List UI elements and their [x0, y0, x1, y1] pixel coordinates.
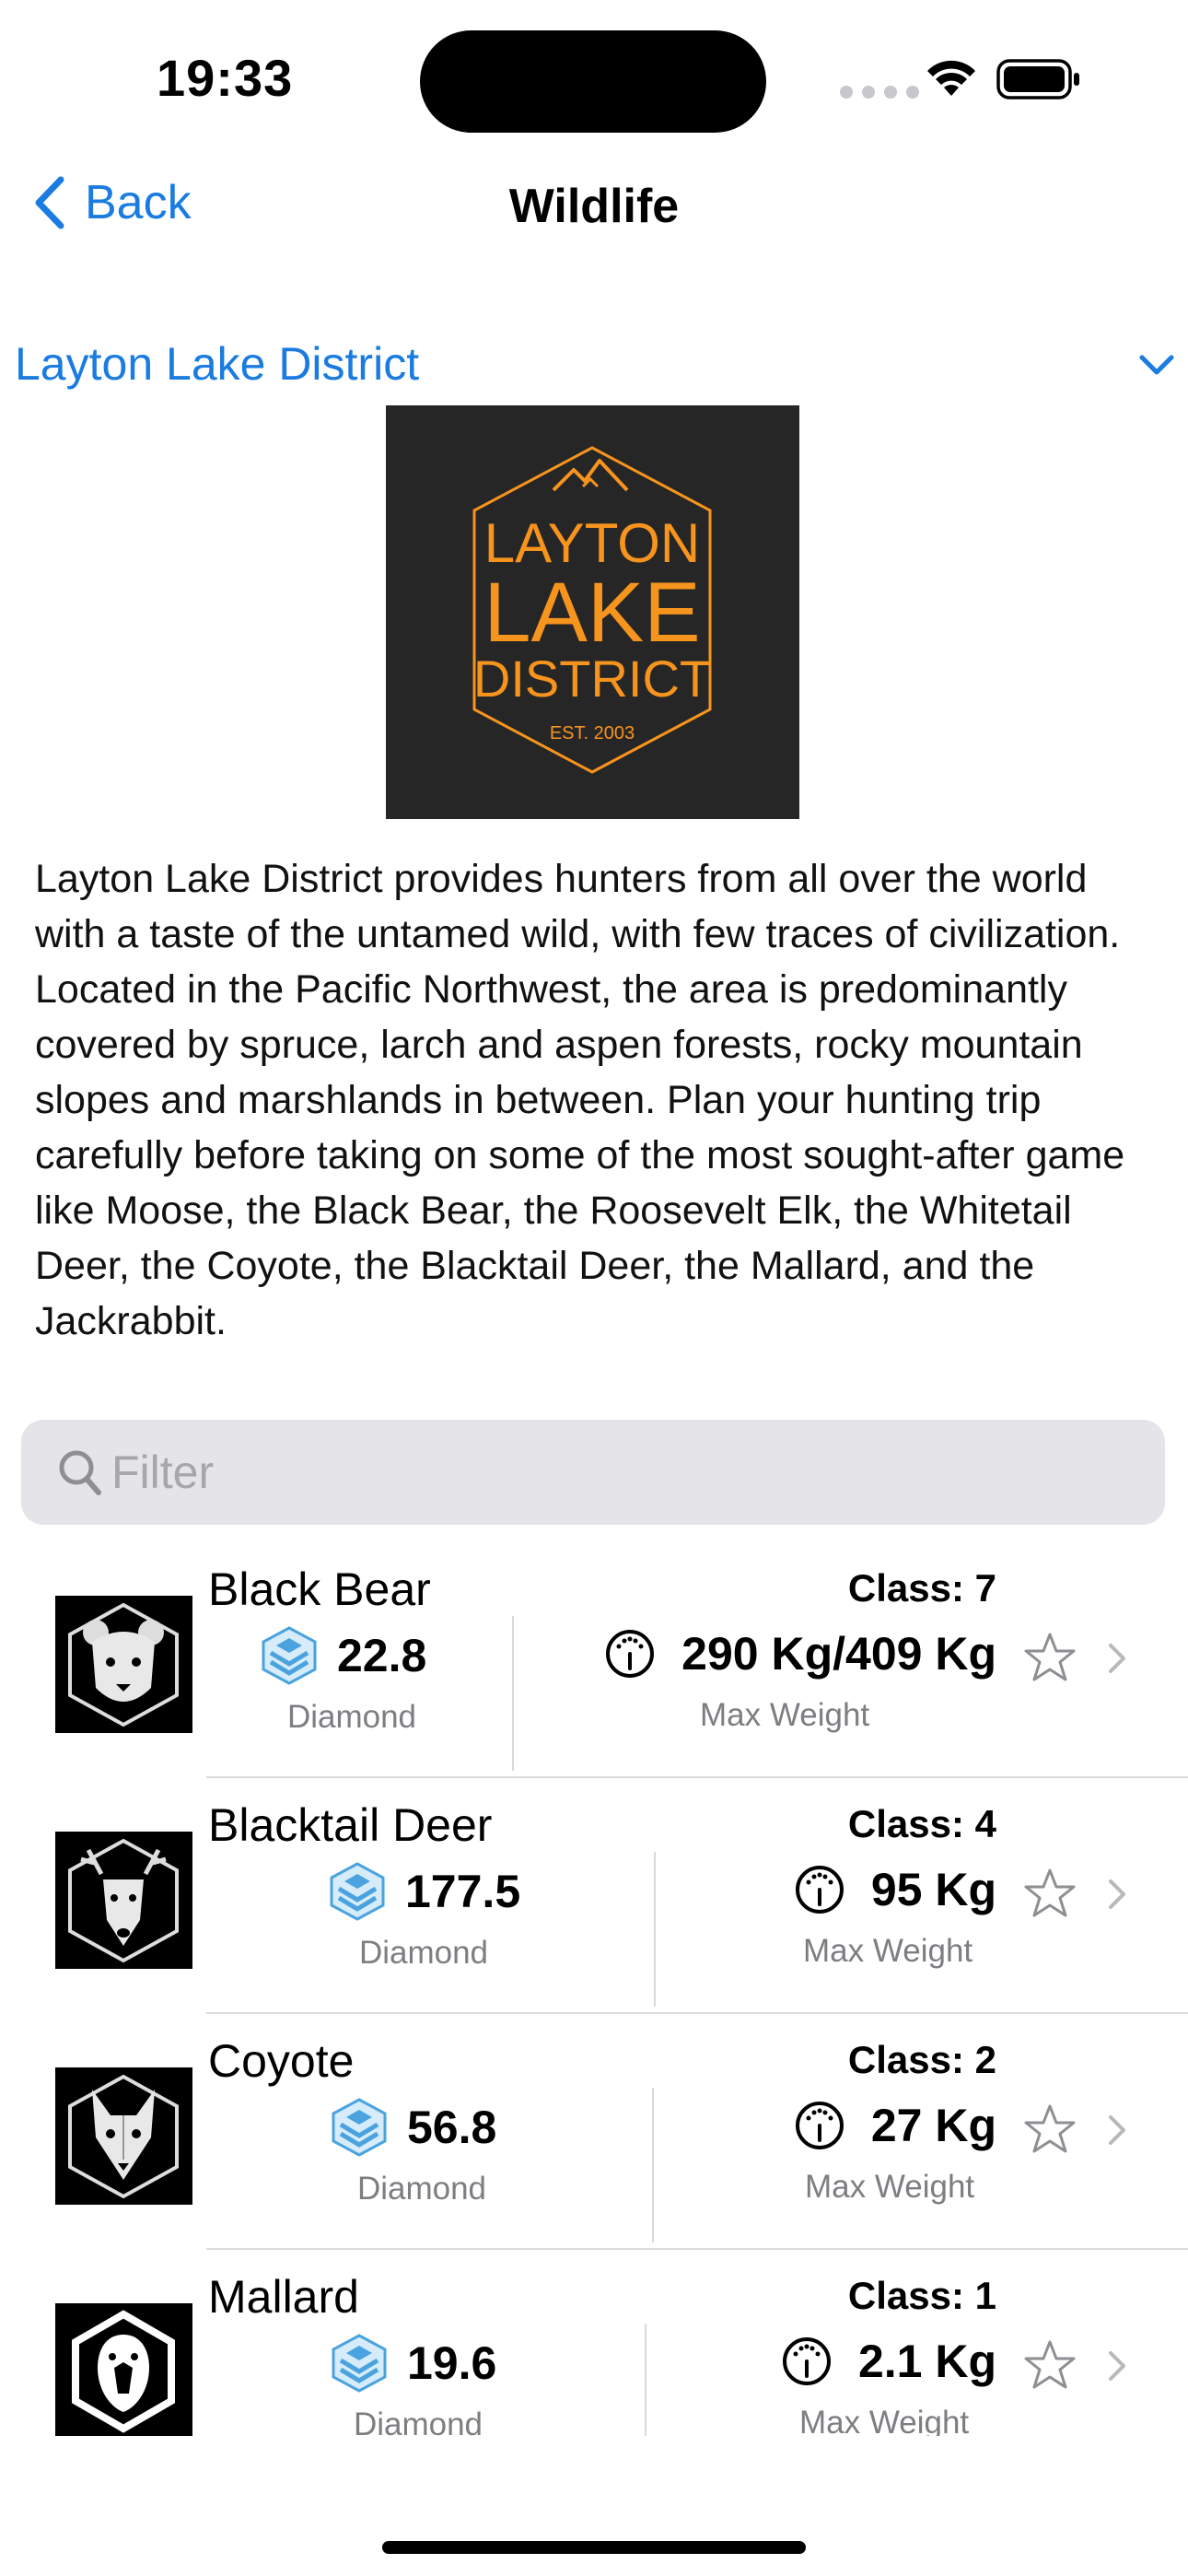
wifi-icon — [927, 60, 975, 96]
filter-input[interactable] — [111, 1442, 1124, 1503]
scale-gauge-icon — [606, 1630, 655, 1678]
column-divider — [652, 2088, 654, 2242]
max-weight: 27 Kg — [794, 2099, 996, 2152]
max-weight-label: Max Weight — [803, 1933, 973, 1969]
mallard-icon — [55, 2303, 192, 2436]
animal-row-mallard[interactable]: Mallard Class: 1 19.6 Diamond 2.1 Kg Max… — [0, 2250, 1188, 2436]
svg-text:LAKE: LAKE — [483, 566, 700, 660]
battery-icon — [996, 59, 1079, 100]
max-weight-label: Max Weight — [799, 2405, 970, 2436]
animal-class: Class: 1 — [847, 2274, 996, 2317]
diamond-icon — [332, 2098, 387, 2157]
diamond-label: Diamond — [356, 2171, 487, 2207]
layton-lake-logo: LAYTON LAKE DISTRICT EST. 2003 — [472, 446, 712, 774]
animal-name: Coyote — [208, 2035, 355, 2087]
favorite-star-icon[interactable] — [1022, 2338, 1077, 2392]
chevron-right-icon — [1109, 1644, 1125, 1673]
diamond-label: Diamond — [358, 1935, 489, 1971]
svg-text:LAYTON: LAYTON — [484, 512, 701, 574]
diamond-score: 56.8 — [330, 2097, 496, 2158]
max-weight-label: Max Weight — [700, 1697, 870, 1733]
max-weight: 95 Kg — [794, 1863, 996, 1916]
dynamic-island — [420, 30, 766, 133]
diamond-icon — [262, 1626, 317, 1685]
animal-name: Mallard — [208, 2271, 359, 2323]
animal-class: Class: 4 — [847, 1802, 996, 1845]
max-weight: 290 Kg/409 Kg — [604, 1627, 996, 1680]
search-icon — [59, 1450, 101, 1495]
animal-class: Class: 7 — [847, 1566, 996, 1610]
home-indicator[interactable] — [382, 2541, 806, 2554]
diamond-icon — [330, 1862, 385, 1921]
scale-gauge-icon — [795, 1866, 844, 1914]
favorite-star-icon[interactable] — [1022, 1631, 1077, 1684]
chevron-right-icon — [1109, 2351, 1125, 2381]
status-time: 19:33 — [157, 49, 294, 107]
chevron-down-icon[interactable] — [1138, 354, 1175, 378]
diamond-label: Diamond — [286, 1699, 417, 1735]
region-description: Layton Lake District provides hunters fr… — [35, 857, 1125, 1343]
diamond-score: 19.6 — [330, 2333, 496, 2394]
scale-gauge-icon — [782, 2337, 831, 2385]
max-weight: 2.1 Kg — [781, 2335, 996, 2388]
favorite-star-icon[interactable] — [1022, 1867, 1077, 1920]
column-divider — [654, 1852, 656, 2007]
animal-row-coyote[interactable]: Coyote Class: 2 56.8 Diamond 27 Kg Max W… — [0, 2014, 1188, 2250]
page-title: Wildlife — [508, 180, 680, 233]
cellular-signal-icon — [840, 86, 919, 99]
favorite-star-icon[interactable] — [1022, 2102, 1077, 2156]
diamond-score: 22.8 — [260, 1625, 426, 1686]
coyote-icon — [55, 2067, 192, 2205]
diamond-label: Diamond — [353, 2406, 483, 2436]
deer-icon — [55, 1832, 192, 1969]
diamond-icon — [332, 2334, 387, 2393]
diamond-score: 177.5 — [328, 1861, 520, 1922]
animal-row-black-bear[interactable]: Black Bear Class: 7 22.8 Diamond 290 Kg/… — [0, 1542, 1188, 1778]
animal-name: Blacktail Deer — [208, 1799, 493, 1851]
column-divider — [645, 2324, 646, 2436]
max-weight-label: Max Weight — [805, 2169, 975, 2205]
region-selector[interactable]: Layton Lake District — [15, 337, 419, 391]
animal-name: Black Bear — [208, 1563, 431, 1615]
filter-field[interactable] — [21, 1420, 1165, 1525]
region-logo: LAYTON LAKE DISTRICT EST. 2003 — [386, 405, 799, 819]
animal-list: Black Bear Class: 7 22.8 Diamond 290 Kg/… — [0, 1542, 1188, 2436]
bear-icon — [55, 1596, 192, 1733]
animal-class: Class: 2 — [847, 2038, 996, 2081]
column-divider — [512, 1616, 514, 1771]
animal-row-blacktail-deer[interactable]: Blacktail Deer Class: 4 177.5 Diamond 95… — [0, 1778, 1188, 2014]
scale-gauge-icon — [795, 2102, 844, 2149]
chevron-right-icon — [1109, 1879, 1125, 1909]
svg-text:EST. 2003: EST. 2003 — [550, 723, 635, 744]
chevron-right-icon — [1109, 2115, 1125, 2145]
svg-text:DISTRICT: DISTRICT — [473, 650, 711, 708]
